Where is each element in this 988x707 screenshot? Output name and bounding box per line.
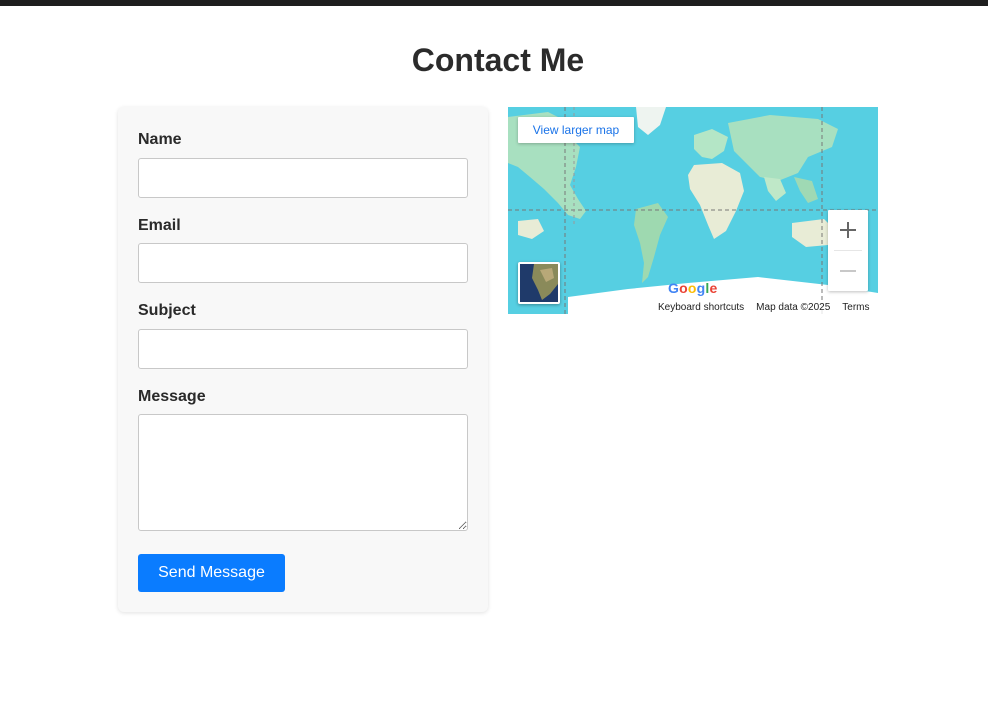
zoom-control [828, 210, 868, 291]
satellite-thumbnail-icon [520, 264, 558, 302]
google-logo: Google [668, 280, 718, 296]
map-attribution: Keyboard shortcuts Map data ©2025 Terms [655, 300, 878, 314]
map-data-text: Map data ©2025 [756, 301, 831, 313]
email-label: Email [138, 217, 181, 234]
satellite-layer-toggle[interactable] [518, 262, 560, 304]
contact-form: Name Email Subject Message Send Message [118, 107, 488, 612]
message-field[interactable] [138, 414, 468, 531]
page-title: Contact Me [411, 42, 585, 78]
subject-label: Subject [138, 302, 196, 319]
email-field[interactable] [138, 243, 468, 283]
zoom-in-button[interactable] [828, 210, 868, 250]
top-bar [0, 0, 988, 6]
view-larger-map-link[interactable]: View larger map [518, 117, 634, 143]
send-message-button[interactable]: Send Message [138, 554, 285, 592]
plus-icon [840, 222, 856, 238]
minus-icon [840, 270, 856, 272]
keyboard-shortcuts-link[interactable]: Keyboard shortcuts [658, 302, 744, 313]
zoom-out-button[interactable] [828, 251, 868, 291]
subject-field[interactable] [138, 329, 468, 369]
terms-link[interactable]: Terms [842, 302, 869, 313]
embedded-map[interactable]: View larger map Google Keyboard shortcut… [508, 107, 878, 314]
name-field[interactable] [138, 158, 468, 198]
message-label: Message [138, 388, 206, 405]
name-label: Name [138, 131, 182, 148]
